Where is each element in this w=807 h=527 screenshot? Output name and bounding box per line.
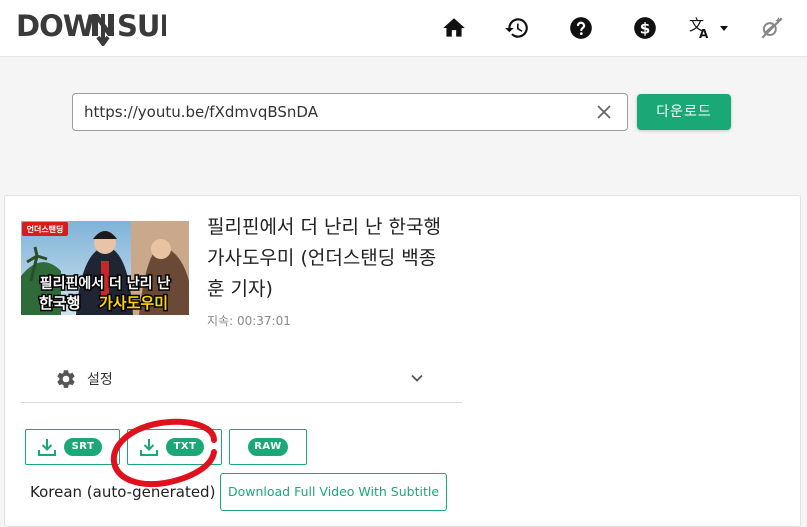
chevron-down-icon (409, 370, 425, 390)
download-txt-button[interactable]: TXT (127, 429, 222, 465)
theme-toggle-icon[interactable] (759, 15, 785, 41)
format-label-txt: TXT (166, 438, 204, 456)
header-bar: DOW SUB $ 文 A (0, 0, 807, 57)
settings-toggle[interactable]: 설정 (21, 354, 462, 403)
format-label-srt: SRT (64, 438, 102, 456)
svg-text:DOW: DOW (16, 9, 95, 43)
gear-icon (55, 368, 77, 394)
download-icon (37, 437, 57, 461)
clear-icon[interactable] (595, 103, 613, 121)
subtitle-language: Korean (auto-generated) (30, 483, 216, 501)
video-thumbnail[interactable]: 언더스탠딩 필리핀에서 더 난리 난 한국행 가사도우미 (21, 221, 189, 315)
thumbnail-caption-line2b: 가사도우미 (99, 294, 168, 312)
url-input[interactable] (84, 94, 584, 130)
history-icon[interactable] (504, 15, 530, 41)
translate-icon[interactable]: 文 A (688, 15, 734, 41)
url-field (72, 93, 628, 131)
help-icon[interactable] (568, 15, 594, 41)
home-icon[interactable] (441, 15, 467, 41)
video-duration: 지속: 00:37:01 (207, 314, 291, 328)
download-icon (139, 437, 159, 461)
dollar-icon[interactable]: $ (632, 15, 658, 41)
thumbnail-badge-text: 언더스탠딩 (27, 224, 64, 234)
svg-text:$: $ (640, 19, 651, 37)
thumbnail-caption-line2a: 한국행 (39, 294, 80, 312)
format-label-raw: RAW (248, 438, 288, 456)
svg-text:A: A (699, 27, 709, 41)
svg-text:SUB: SUB (117, 9, 166, 43)
download-full-video-button[interactable]: Download Full Video With Subtitle (220, 473, 447, 511)
thumbnail-caption-line1: 필리핀에서 더 난리 난 (40, 275, 171, 292)
downsub-logo[interactable]: DOW SUB (16, 8, 182, 54)
download-button[interactable]: 다운로드 (637, 94, 731, 130)
video-title: 필리핀에서 더 난리 난 한국행 가사도우미 (언더스탠딩 백종훈 기자) (207, 216, 441, 300)
download-srt-button[interactable]: SRT (25, 429, 120, 465)
result-card: 언더스탠딩 필리핀에서 더 난리 난 한국행 가사도우미 필리핀에서 더 난리 … (4, 195, 801, 527)
settings-label: 설정 (87, 372, 113, 388)
download-raw-button[interactable]: RAW (229, 429, 307, 465)
